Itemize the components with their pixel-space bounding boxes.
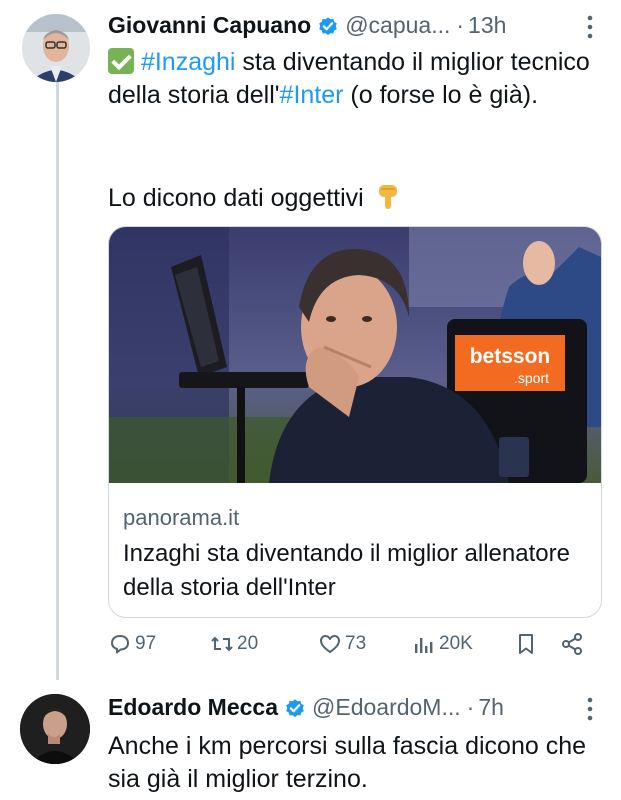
- betsson-logo-sub: .sport: [514, 370, 549, 386]
- link-preview-card[interactable]: betsson .sport panorama.it Inzaghi sta d…: [108, 226, 602, 618]
- separator-dot: ·: [456, 12, 465, 38]
- like-button[interactable]: 73: [318, 632, 366, 656]
- reply-icon: [111, 635, 129, 654]
- author-handle[interactable]: @capua...: [345, 12, 450, 39]
- like-count: 73: [345, 633, 367, 654]
- card-domain: panorama.it: [123, 505, 240, 530]
- thread-connector-line: [56, 82, 59, 680]
- verified-badge-icon: [319, 16, 337, 35]
- bookmark-button[interactable]: [514, 632, 541, 656]
- bookmark-icon: [519, 634, 533, 654]
- more-options-icon[interactable]: [586, 14, 594, 40]
- reply-author-name[interactable]: Edoardo Mecca: [108, 694, 278, 721]
- verified-badge-icon: [286, 698, 304, 717]
- betsson-logo-text: betsson: [470, 345, 551, 368]
- reply-count: 97: [135, 633, 157, 654]
- reply-text: Anche i km percorsi sulla fascia dicono …: [108, 732, 587, 793]
- views-count: 20K: [439, 633, 473, 654]
- tweet-text-line2: Lo dicono dati oggettivi: [108, 182, 401, 215]
- pointing-down-emoji-icon: [378, 185, 397, 209]
- reply-more-options-icon[interactable]: [586, 696, 594, 722]
- tweet-text-line2-label: Lo dicono dati oggettivi: [108, 184, 364, 212]
- card-title[interactable]: Inzaghi sta diventando il miglior allena…: [123, 537, 583, 605]
- tweet-action-bar: 97 20 73 20K: [108, 632, 600, 664]
- tweet-text: #Inzaghi sta diventando il miglior tecni…: [108, 46, 608, 112]
- reply-header: Edoardo Mecca @EdoardoM... · 7h: [108, 694, 504, 721]
- share-icon: [562, 633, 582, 655]
- like-icon: [320, 635, 340, 653]
- reply-timestamp[interactable]: 7h: [478, 694, 504, 721]
- article-image: betsson .sport: [109, 227, 601, 483]
- tweet-header: Giovanni Capuano @capua... · 13h: [108, 12, 506, 39]
- author-avatar[interactable]: [22, 14, 90, 82]
- tweet-timestamp[interactable]: 13h: [468, 12, 506, 39]
- retweet-button[interactable]: 20: [210, 632, 258, 656]
- hashtag-inter[interactable]: #Inter: [280, 81, 344, 109]
- reply-author-handle[interactable]: @EdoardoM...: [312, 694, 461, 721]
- author-name[interactable]: Giovanni Capuano: [108, 12, 311, 39]
- views-button[interactable]: 20K: [412, 632, 473, 656]
- views-icon: [415, 638, 433, 653]
- reply-button[interactable]: 97: [108, 632, 156, 656]
- retweet-icon: [211, 636, 233, 652]
- reply-author-avatar[interactable]: [20, 694, 90, 764]
- share-button[interactable]: [560, 632, 587, 656]
- check-mark-emoji-icon: [108, 48, 134, 74]
- hashtag-inzaghi[interactable]: #Inzaghi: [141, 48, 236, 76]
- retweet-count: 20: [237, 633, 259, 654]
- reply-separator-dot: ·: [466, 694, 475, 720]
- tweet-text-part2: (o forse lo è già).: [343, 81, 539, 109]
